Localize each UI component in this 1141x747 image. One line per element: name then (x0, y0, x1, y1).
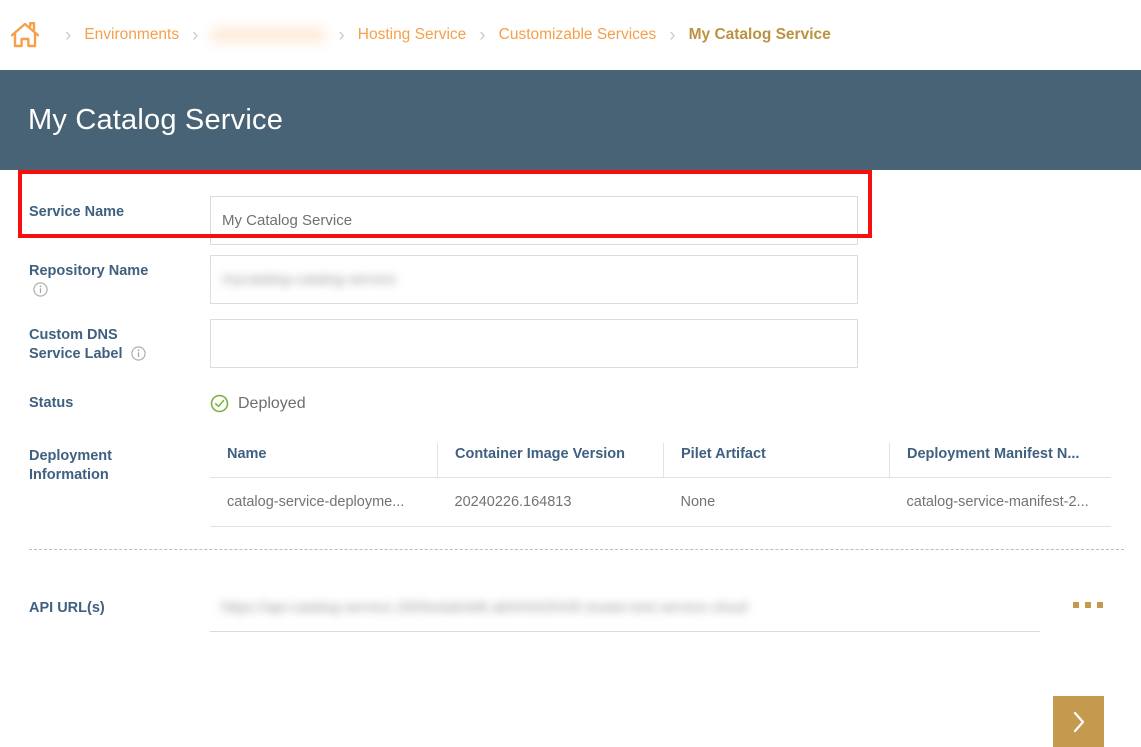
cell-container-image-version: 20240226.164813 (438, 478, 664, 527)
page-title: My Catalog Service (28, 104, 283, 137)
service-name-input[interactable]: My Catalog Service (210, 196, 858, 245)
status-badge: Deployed (210, 394, 306, 413)
ellipsis-dot (1085, 602, 1091, 608)
column-header-container-image-version[interactable]: Container Image Version (438, 443, 664, 478)
check-circle-icon (210, 394, 229, 413)
ellipsis-icon[interactable] (1073, 602, 1103, 608)
field-row-service-name: Service Name My Catalog Service (0, 196, 1141, 245)
label-status: Status (29, 394, 210, 413)
status-text: Deployed (238, 395, 306, 413)
table-row[interactable]: catalog-service-deployme... 20240226.164… (210, 478, 1111, 527)
table-next-button[interactable] (1053, 696, 1104, 747)
breadcrumb-item-environments[interactable]: Environments (84, 26, 179, 44)
field-row-status: Status Deployed (0, 394, 1141, 413)
column-header-name[interactable]: Name (210, 443, 438, 478)
field-row-api-urls: API URL(s) https://api-catalog-service.2… (0, 584, 1141, 632)
breadcrumb-separator: › (192, 26, 198, 45)
api-url-value-redacted: https://api-catalog-service.2909a3ab4d6.… (221, 599, 747, 616)
cell-name: catalog-service-deployme... (210, 478, 438, 527)
info-icon[interactable] (33, 282, 48, 297)
ellipsis-dot (1073, 602, 1079, 608)
breadcrumb-separator: › (669, 26, 675, 45)
service-name-value: My Catalog Service (222, 212, 352, 229)
detail-form: Service Name My Catalog Service Reposito… (0, 170, 1141, 632)
deployment-table: Name Container Image Version Pilet Artif… (210, 443, 1111, 527)
label-service-name: Service Name (29, 196, 210, 222)
home-icon[interactable] (10, 21, 40, 49)
label-repository-name: Repository Name (29, 255, 210, 300)
field-row-custom-dns-service-label: Custom DNS Service Label (0, 319, 1141, 368)
label-deployment-information: Deployment Information (29, 443, 210, 485)
repository-name-value-redacted: mycatalog-catalog-service (222, 271, 396, 288)
table-header-row: Name Container Image Version Pilet Artif… (210, 443, 1111, 478)
breadcrumb-item-hosting-service[interactable]: Hosting Service (358, 26, 467, 44)
api-url-value[interactable]: https://api-catalog-service.2909a3ab4d6.… (210, 584, 1040, 632)
breadcrumb-item-customizable-services[interactable]: Customizable Services (499, 26, 657, 44)
breadcrumb-separator: › (338, 26, 344, 45)
section-divider (29, 549, 1124, 550)
field-row-deployment-information: Deployment Information Name Container Im… (0, 443, 1141, 527)
cell-pilet-artifact: None (664, 478, 890, 527)
label-api-urls: API URL(s) (29, 599, 210, 618)
chevron-right-icon (1071, 710, 1087, 734)
breadcrumb-separator: › (65, 26, 71, 45)
page-header-banner: My Catalog Service (0, 70, 1141, 170)
field-row-repository-name: Repository Name mycatalog-catalog-servic… (0, 255, 1141, 304)
column-header-deployment-manifest-name[interactable]: Deployment Manifest N... (890, 443, 1112, 478)
ellipsis-dot (1097, 602, 1103, 608)
info-icon[interactable] (131, 346, 146, 361)
column-header-pilet-artifact[interactable]: Pilet Artifact (664, 443, 890, 478)
repository-name-input[interactable]: mycatalog-catalog-service (210, 255, 858, 304)
label-custom-dns-service-label: Custom DNS Service Label (29, 319, 210, 364)
breadcrumb-item-current: My Catalog Service (689, 26, 831, 44)
custom-dns-service-label-input[interactable] (210, 319, 858, 368)
breadcrumb-item-redacted[interactable] (211, 28, 325, 42)
cell-deployment-manifest-name: catalog-service-manifest-2... (890, 478, 1112, 527)
breadcrumb: › Environments › › Hosting Service › Cus… (0, 0, 1141, 70)
breadcrumb-separator: › (479, 26, 485, 45)
